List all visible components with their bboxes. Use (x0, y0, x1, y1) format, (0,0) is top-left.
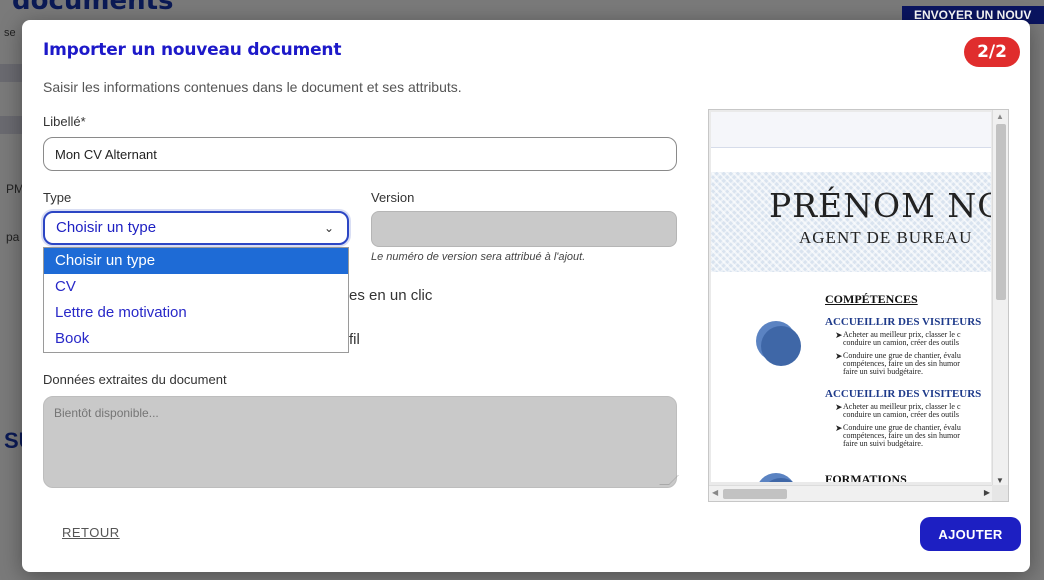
scroll-right-icon[interactable]: ▶ (984, 488, 990, 497)
cv-bullet-line: faire un suivi budgétaire. (843, 439, 923, 448)
cv-subsection-title: ACCUEILLIR DES VISITEURS (825, 316, 982, 328)
type-option[interactable]: Choisir un type (44, 248, 348, 274)
step-badge: 2/2 (964, 37, 1020, 67)
type-option[interactable]: Lettre de motivation (44, 300, 348, 326)
version-input (371, 211, 677, 247)
cv-name: PRÉNOM NOM (769, 186, 991, 225)
cv-section-title: COMPÉTENCES (825, 292, 918, 306)
type-label: Type (43, 190, 72, 205)
background-band (0, 64, 22, 82)
version-hint: Le numéro de version sera attribué à l'a… (371, 251, 586, 263)
extracted-data-textarea (43, 396, 677, 488)
extracted-data-label: Données extraites du document (43, 372, 227, 387)
background-fragment: pa (6, 230, 20, 244)
scrollbar-thumb[interactable] (723, 489, 787, 499)
type-option[interactable]: CV (44, 274, 348, 300)
cv-role: AGENT DE BUREAU (799, 228, 973, 247)
background-page-title: documents (12, 0, 174, 16)
chevron-down-icon: ⌄ (324, 221, 335, 235)
modal-title: Importer un nouveau document (43, 40, 342, 60)
cv-preview-page: PRÉNOM NOM AGENT DE BUREAU COMPÉTENCES A… (711, 112, 991, 482)
background-fragment: se (4, 27, 16, 39)
cv-bullet-line: conduire un camion, créer des outils (843, 338, 959, 347)
libelle-label: Libellé* (43, 114, 86, 129)
cv-section-title: FORMATIONS (825, 472, 907, 482)
libelle-input[interactable] (43, 137, 677, 171)
scrollbar-corner (992, 485, 1008, 501)
back-link[interactable]: RETOUR (62, 525, 120, 540)
obscured-text: es en un clic (349, 287, 433, 304)
preview-horizontal-scrollbar[interactable]: ◀ ▶ (709, 485, 993, 501)
scrollbar-thumb[interactable] (996, 124, 1006, 300)
cv-circle-icon (761, 478, 801, 482)
type-dropdown-list: Choisir un type CV Lettre de motivation … (43, 247, 349, 353)
cv-header-strip (711, 112, 991, 148)
scroll-down-icon[interactable]: ▼ (996, 476, 1004, 485)
document-preview: PRÉNOM NOM AGENT DE BUREAU COMPÉTENCES A… (708, 109, 1009, 502)
import-document-modal: Importer un nouveau document 2/2 Saisir … (22, 20, 1030, 572)
version-label: Version (371, 190, 415, 205)
obscured-text: fil (349, 331, 360, 348)
scroll-up-icon[interactable]: ▲ (996, 112, 1004, 121)
cv-circle-icon (761, 326, 801, 366)
preview-vertical-scrollbar[interactable]: ▲ ▼ (992, 110, 1008, 487)
type-select[interactable]: Choisir un type ⌄ (43, 211, 349, 245)
cv-bullet-line: faire un suivi budgétaire. (843, 367, 923, 376)
cv-bullet-line: conduire un camion, créer des outils (843, 410, 959, 419)
type-option[interactable]: Book (44, 326, 348, 352)
modal-subtitle: Saisir les informations contenues dans l… (43, 79, 462, 95)
scroll-left-icon[interactable]: ◀ (712, 488, 718, 497)
background-band (0, 116, 22, 134)
cv-subsection-title: ACCUEILLIR DES VISITEURS (825, 388, 982, 400)
type-select-value: Choisir un type (56, 219, 157, 236)
add-button[interactable]: AJOUTER (920, 517, 1021, 551)
